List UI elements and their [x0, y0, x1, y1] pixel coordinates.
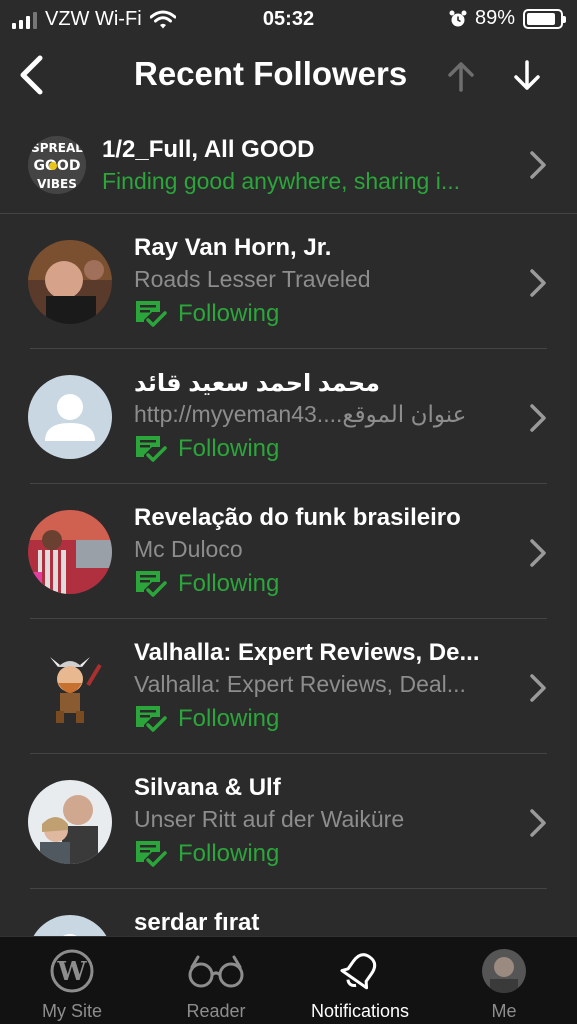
chevron-right-icon [530, 269, 546, 297]
follower-name: Revelação do funk brasileiro [134, 504, 461, 531]
alarm-icon [449, 10, 467, 26]
battery-percent: 89% [474, 7, 515, 29]
site-avatar: SPREAL GOOD VIBES [28, 136, 86, 194]
tab-label: Me [491, 1001, 517, 1021]
avatar [28, 780, 112, 864]
following-status: Following [134, 569, 279, 599]
following-label: Following [178, 705, 280, 732]
reader-following-icon [136, 301, 167, 327]
follower-site: http://myyeman43....عنوان الموقع [134, 401, 467, 427]
tab-label: Notifications [310, 1001, 410, 1021]
chevron-right-icon [530, 809, 546, 837]
sort-down-arrow-icon[interactable] [508, 56, 546, 96]
following-status: Following [134, 434, 279, 464]
avatar-text-1: SPREAL [31, 141, 83, 155]
header: Recent Followers [0, 44, 577, 106]
tab-my-site[interactable]: W My Site [0, 937, 144, 1024]
tab-me[interactable]: Me [432, 937, 576, 1024]
following-status: Following [134, 704, 279, 734]
wordpress-icon: W [50, 949, 94, 993]
status-right: 89% [449, 7, 566, 30]
follower-item[interactable]: Ray Van Horn, Jr. Roads Lesser Traveled … [0, 214, 577, 349]
avatar [28, 240, 112, 324]
following-status: Following [134, 839, 279, 869]
reader-following-icon [136, 841, 167, 867]
chevron-right-icon [530, 404, 546, 432]
status-bar: VZW Wi-Fi 05:32 89% [0, 0, 577, 38]
following-label: Following [178, 435, 280, 462]
viking-mascot-avatar [28, 645, 112, 729]
page-title: Recent Followers [134, 55, 408, 92]
chevron-right-icon [530, 539, 546, 567]
sort-up-arrow-icon[interactable] [442, 56, 480, 96]
follower-name: محمد احمد سعيد قائد [134, 370, 380, 397]
reader-following-icon [136, 571, 167, 597]
profile-avatar-icon [482, 949, 526, 993]
follower-site: Unser Ritt auf der Waiküre [134, 806, 405, 832]
follower-item[interactable]: Valhalla: Expert Reviews, De... Valhalla… [0, 619, 577, 754]
glasses-icon [188, 955, 244, 988]
avatar [28, 510, 112, 594]
follower-site: Roads Lesser Traveled [134, 266, 371, 292]
battery-fill [527, 12, 556, 25]
battery-icon [523, 8, 566, 29]
tab-label: My Site [41, 1001, 102, 1021]
follower-item[interactable]: Revelação do funk brasileiro Mc Duloco F… [0, 484, 577, 619]
tab-label: Reader [186, 1001, 246, 1021]
bell-icon [340, 953, 377, 990]
tab-reader[interactable]: Reader [144, 937, 288, 1024]
follower-site: Valhalla: Expert Reviews, Deal... [134, 671, 466, 697]
tab-notifications[interactable]: Notifications [288, 937, 432, 1024]
chevron-right-icon [530, 151, 546, 179]
follower-name: Ray Van Horn, Jr. [134, 234, 332, 261]
site-name: 1/2_Full, All GOOD [102, 136, 315, 163]
following-label: Following [178, 300, 280, 327]
following-label: Following [178, 840, 280, 867]
reader-following-icon [136, 706, 167, 732]
back-chevron-icon[interactable] [14, 52, 48, 98]
follower-site: Mc Duloco [134, 536, 243, 562]
avatar-text-3: VIBES [37, 177, 77, 191]
tab-bar: W My Site Reader Notifications Me [0, 936, 577, 1024]
followers-list: SPREAL GOOD VIBES 1/2_Full, All GOOD Fin… [0, 108, 577, 1024]
chevron-right-icon [530, 674, 546, 702]
svg-text:W: W [56, 957, 87, 987]
reader-following-icon [136, 436, 167, 462]
site-item[interactable]: SPREAL GOOD VIBES 1/2_Full, All GOOD Fin… [0, 108, 577, 214]
following-label: Following [178, 570, 280, 597]
follower-name: Silvana & Ulf [134, 774, 281, 801]
site-description: Finding good anywhere, sharing i... [102, 168, 460, 194]
follower-item[interactable]: Silvana & Ulf Unser Ritt auf der Waiküre… [0, 754, 577, 889]
following-status: Following [134, 299, 279, 329]
follower-name: Valhalla: Expert Reviews, De... [134, 639, 480, 666]
follower-item[interactable]: محمد احمد سعيد قائد http://myyeman43....… [0, 349, 577, 484]
follower-name: serdar fırat [134, 909, 260, 936]
default-avatar-icon [28, 375, 112, 459]
